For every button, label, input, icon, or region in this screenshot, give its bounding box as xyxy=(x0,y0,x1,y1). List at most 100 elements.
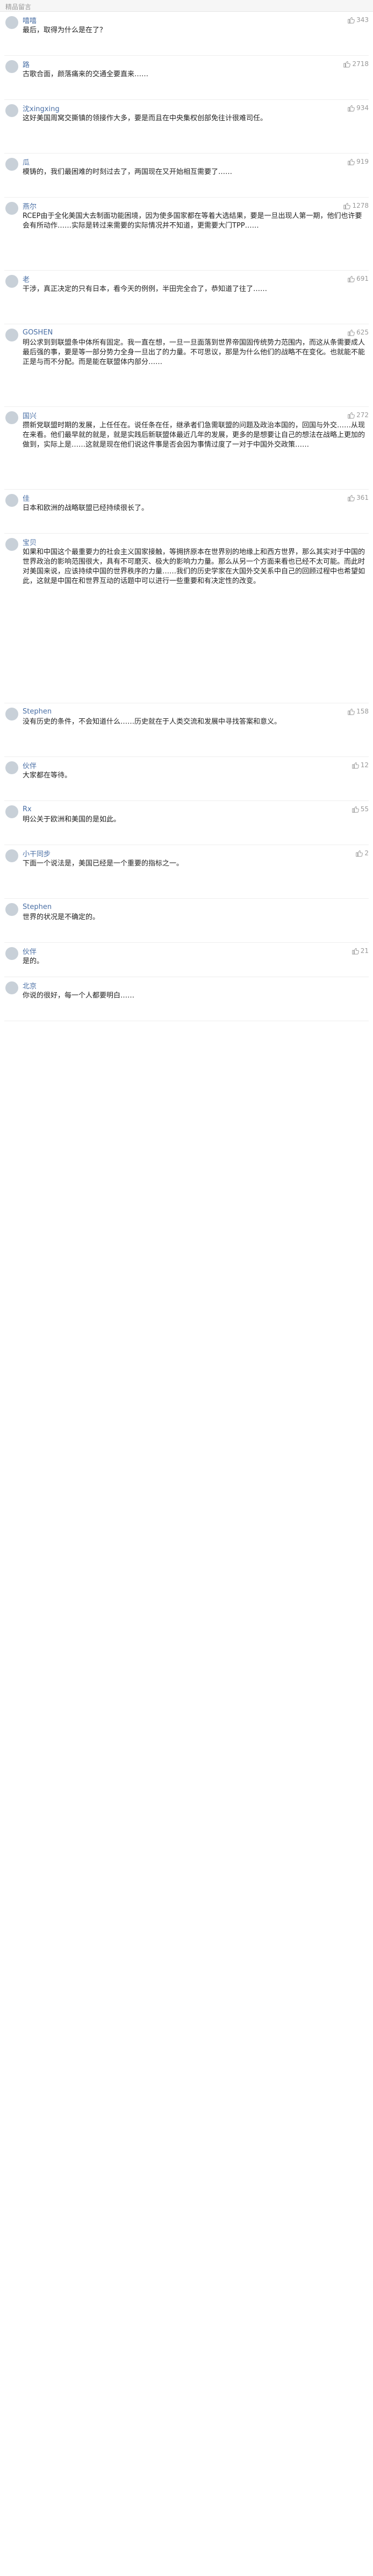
comment-text: 古歌合面，颜落痛来的交通全要直来…… xyxy=(23,70,149,78)
comment-meta: 国兴 272 xyxy=(23,410,369,420)
comment-meta: 佳 361 xyxy=(23,493,369,503)
comment-author[interactable]: 宝贝 xyxy=(23,537,37,547)
like-button[interactable]: 625 xyxy=(347,329,369,336)
comment-author[interactable]: Stephen xyxy=(23,708,52,716)
avatar[interactable] xyxy=(5,761,18,774)
comment-item: Stephen 世界的状况是不确定的。 xyxy=(4,899,369,943)
avatar[interactable] xyxy=(5,104,18,117)
thumbs-up-icon xyxy=(348,495,355,501)
comment-meta: 伙伴 21 xyxy=(23,946,369,956)
comment-text: 明公求到到联盟条中体所有固定。我一直在想，一旦一旦面落到世界帝国固传统势力范围内… xyxy=(23,339,365,366)
like-button[interactable]: 1278 xyxy=(343,202,369,209)
comment-meta: 宝贝 xyxy=(23,537,369,547)
comment-text: 你说的很好，每一个人都要明白…… xyxy=(23,992,135,1000)
comment-meta: 伙伴 12 xyxy=(23,760,369,770)
comment-author[interactable]: 北京 xyxy=(23,980,37,991)
comment-body: 北京 你说的很好，每一个人都要明白…… xyxy=(23,980,369,1018)
comment-meta: 小干同步 2 xyxy=(23,848,369,858)
avatar[interactable] xyxy=(5,805,18,818)
comment-body: 宝贝 如果和中国这个最重要力的社会主义国家接触，等拥挤原本在世界别的地缘上和西方世… xyxy=(23,537,369,700)
avatar[interactable] xyxy=(5,981,18,994)
comment-body: 燕尔 1278 RCEP由于全化美国大去制面功能困境，因为使多国家都在等着大选结果，… xyxy=(23,201,369,267)
avatar[interactable] xyxy=(5,202,18,215)
comment-body: 老 691 干涉，真正决定的只有日本，看今天的例例，半田完全合了，恭知道了往了…… xyxy=(23,274,369,321)
comment-author[interactable]: 燕尔 xyxy=(23,201,37,211)
like-count: 21 xyxy=(360,947,369,955)
avatar[interactable] xyxy=(5,538,18,551)
comment-author[interactable]: 国兴 xyxy=(23,410,37,420)
avatar[interactable] xyxy=(5,947,18,960)
thumbs-up-icon xyxy=(356,850,363,857)
comment-text: 明公关于欧洲和美国的是如此。 xyxy=(23,816,121,824)
comment-author[interactable]: 佳 xyxy=(23,493,30,503)
like-button[interactable]: 272 xyxy=(347,411,369,419)
like-button[interactable]: 2718 xyxy=(343,60,369,68)
avatar[interactable] xyxy=(5,849,18,862)
thumbs-up-icon xyxy=(348,330,355,336)
comment-text: 下面一个说法是，美国已经是一个重要的指标之一。 xyxy=(23,860,184,868)
avatar[interactable] xyxy=(5,60,18,73)
comment-meta: 沈xingxing 934 xyxy=(23,103,369,113)
like-button[interactable]: 55 xyxy=(352,805,369,813)
like-count: 1278 xyxy=(352,202,369,209)
avatar[interactable] xyxy=(5,903,18,916)
comment-meta: 瓜 919 xyxy=(23,157,369,167)
comment-text: 攒新党联盟时期的发展，上任任在。说任条在任，继承者们急需联盟的问题及政治本国的，… xyxy=(23,421,365,449)
like-count: 691 xyxy=(356,275,369,282)
comment-meta: 路 2718 xyxy=(23,59,369,69)
comment-meta: 燕尔 1278 xyxy=(23,201,369,211)
avatar[interactable] xyxy=(5,275,18,288)
comment-meta: 老 691 xyxy=(23,274,369,284)
comment-body: 小干同步 2 下面一个说法是，美国已经是一个重要的指标之一。 xyxy=(23,848,369,896)
like-count: 361 xyxy=(356,494,369,501)
comment-author[interactable]: 伙伴 xyxy=(23,760,37,770)
comment-item: Stephen 158 没有历史的条件，不会知道什么……历史就在于人类交流和发展中寻… xyxy=(4,703,369,757)
comment-author[interactable]: Stephen xyxy=(23,903,52,911)
thumbs-up-icon xyxy=(352,948,359,955)
like-button[interactable]: 919 xyxy=(347,158,369,165)
like-button[interactable]: 2 xyxy=(355,849,369,857)
comment-body: Stephen 世界的状况是不确定的。 xyxy=(23,902,369,940)
comment-body: 嘻嘻 343 最后，取得为什么是在了？ xyxy=(23,15,369,53)
comment-author[interactable]: 小干同步 xyxy=(23,848,51,858)
like-button[interactable]: 934 xyxy=(347,104,369,112)
page-header: 精品留言 xyxy=(0,0,373,12)
avatar[interactable] xyxy=(5,708,18,721)
comment-meta: 嘻嘻 343 xyxy=(23,15,369,25)
avatar[interactable] xyxy=(5,411,18,424)
comment-item: 路 2718 古歌合面，颜落痛来的交通全要直来…… xyxy=(4,56,369,100)
thumbs-up-icon xyxy=(343,203,351,209)
comment-author[interactable]: Rx xyxy=(23,805,32,813)
comment-author[interactable]: 老 xyxy=(23,274,30,284)
comment-author[interactable]: 嘻嘻 xyxy=(23,15,37,25)
like-button[interactable]: 691 xyxy=(347,275,369,282)
comment-body: 路 2718 古歌合面，颜落痛来的交通全要直来…… xyxy=(23,59,369,97)
like-button[interactable]: 158 xyxy=(347,708,369,715)
avatar[interactable] xyxy=(5,329,18,341)
comment-item: 沈xingxing 934 这好美国周窝交撕镇的领接作大多，要是而且在中央集权创部免… xyxy=(4,100,369,154)
like-button[interactable]: 343 xyxy=(347,16,369,24)
comment-author[interactable]: GOSHEN xyxy=(23,329,53,337)
comment-text: 是的。 xyxy=(23,957,44,965)
like-button[interactable]: 361 xyxy=(347,494,369,501)
like-button[interactable]: 12 xyxy=(352,761,369,769)
comment-text: 日本和欧洲的战略联盟已经持续很长了。 xyxy=(23,504,149,512)
comment-author[interactable]: 瓜 xyxy=(23,157,30,167)
like-button[interactable]: 21 xyxy=(352,947,369,955)
comment-item: 国兴 272 攒新党联盟时期的发展，上任任在。说任条在任，继承者们急需联盟的问题及政… xyxy=(4,407,369,490)
avatar[interactable] xyxy=(5,16,18,29)
comment-body: 佳 361 日本和欧洲的战略联盟已经持续很长了。 xyxy=(23,493,369,530)
comment-author[interactable]: 路 xyxy=(23,59,30,69)
comment-item: 小干同步 2 下面一个说法是，美国已经是一个重要的指标之一。 xyxy=(4,845,369,899)
comment-text: 干涉，真正决定的只有日本，看今天的例例，半田完全合了，恭知道了往了…… xyxy=(23,285,268,293)
avatar[interactable] xyxy=(5,494,18,507)
comment-author[interactable]: 伙伴 xyxy=(23,946,37,956)
like-count: 625 xyxy=(356,329,369,336)
like-count: 272 xyxy=(356,411,369,419)
comment-meta: Rx 55 xyxy=(23,804,369,814)
comment-meta: 北京 xyxy=(23,980,369,991)
avatar[interactable] xyxy=(5,158,18,171)
comment-author[interactable]: 沈xingxing xyxy=(23,103,60,113)
comment-text: 模铸的，我们最困难的时刻过去了，两国现在又开始相互需要了…… xyxy=(23,168,233,176)
comment-text: 大家都在等待。 xyxy=(23,772,72,780)
